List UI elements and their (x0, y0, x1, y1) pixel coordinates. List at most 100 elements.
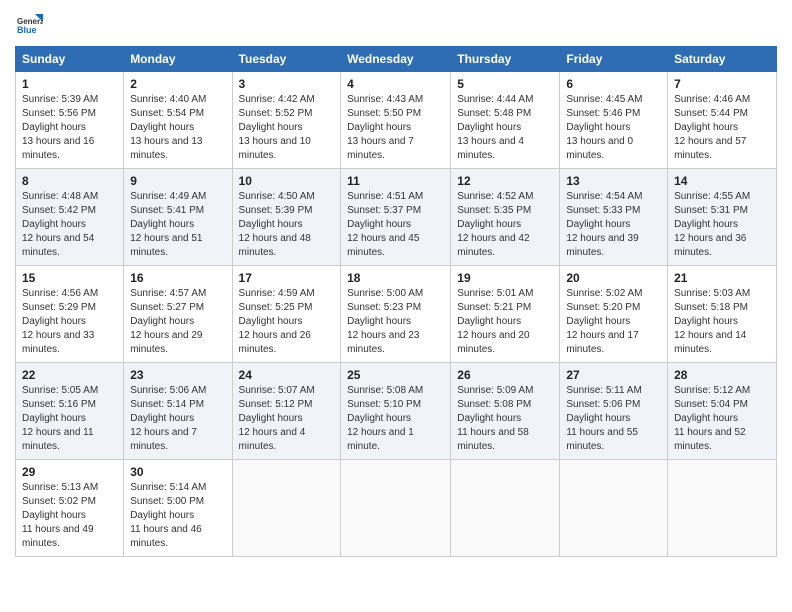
day-info: Sunrise: 5:11 AM Sunset: 5:06 PM Dayligh… (566, 384, 661, 454)
day-number: 7 (674, 77, 770, 91)
day-number: 20 (566, 271, 661, 285)
day-cell: 24 Sunrise: 5:07 AM Sunset: 5:12 PM Dayl… (232, 363, 341, 460)
day-number: 8 (22, 174, 117, 188)
day-number: 16 (130, 271, 225, 285)
day-info: Sunrise: 4:55 AM Sunset: 5:31 PM Dayligh… (674, 190, 770, 260)
day-number: 29 (22, 465, 117, 479)
day-info: Sunrise: 5:12 AM Sunset: 5:04 PM Dayligh… (674, 384, 770, 454)
calendar-table: SundayMondayTuesdayWednesdayThursdayFrid… (15, 46, 777, 557)
svg-text:Blue: Blue (17, 25, 37, 35)
day-cell: 19 Sunrise: 5:01 AM Sunset: 5:21 PM Dayl… (451, 266, 560, 363)
day-info: Sunrise: 4:46 AM Sunset: 5:44 PM Dayligh… (674, 93, 770, 163)
day-cell: 23 Sunrise: 5:06 AM Sunset: 5:14 PM Dayl… (124, 363, 232, 460)
day-info: Sunrise: 4:49 AM Sunset: 5:41 PM Dayligh… (130, 190, 225, 260)
day-cell: 1 Sunrise: 5:39 AM Sunset: 5:56 PM Dayli… (16, 72, 124, 169)
day-number: 25 (347, 368, 444, 382)
day-number: 21 (674, 271, 770, 285)
day-number: 2 (130, 77, 225, 91)
day-info: Sunrise: 4:52 AM Sunset: 5:35 PM Dayligh… (457, 190, 553, 260)
day-cell: 2 Sunrise: 4:40 AM Sunset: 5:54 PM Dayli… (124, 72, 232, 169)
day-number: 10 (239, 174, 335, 188)
day-cell (341, 460, 451, 557)
week-row-5: 29 Sunrise: 5:13 AM Sunset: 5:02 PM Dayl… (16, 460, 777, 557)
page: General Blue SundayMondayTuesdayWednesda… (0, 0, 792, 612)
day-number: 22 (22, 368, 117, 382)
col-header-thursday: Thursday (451, 47, 560, 72)
day-info: Sunrise: 5:09 AM Sunset: 5:08 PM Dayligh… (457, 384, 553, 454)
logo: General Blue (15, 10, 47, 38)
day-cell: 11 Sunrise: 4:51 AM Sunset: 5:37 PM Dayl… (341, 169, 451, 266)
day-cell: 8 Sunrise: 4:48 AM Sunset: 5:42 PM Dayli… (16, 169, 124, 266)
day-info: Sunrise: 5:00 AM Sunset: 5:23 PM Dayligh… (347, 287, 444, 357)
col-header-wednesday: Wednesday (341, 47, 451, 72)
day-cell: 29 Sunrise: 5:13 AM Sunset: 5:02 PM Dayl… (16, 460, 124, 557)
day-info: Sunrise: 5:01 AM Sunset: 5:21 PM Dayligh… (457, 287, 553, 357)
column-headers: SundayMondayTuesdayWednesdayThursdayFrid… (16, 47, 777, 72)
day-info: Sunrise: 4:59 AM Sunset: 5:25 PM Dayligh… (239, 287, 335, 357)
day-info: Sunrise: 5:03 AM Sunset: 5:18 PM Dayligh… (674, 287, 770, 357)
col-header-friday: Friday (560, 47, 668, 72)
day-number: 13 (566, 174, 661, 188)
col-header-saturday: Saturday (668, 47, 777, 72)
day-number: 24 (239, 368, 335, 382)
day-info: Sunrise: 4:48 AM Sunset: 5:42 PM Dayligh… (22, 190, 117, 260)
day-number: 26 (457, 368, 553, 382)
day-cell: 28 Sunrise: 5:12 AM Sunset: 5:04 PM Dayl… (668, 363, 777, 460)
day-cell: 13 Sunrise: 4:54 AM Sunset: 5:33 PM Dayl… (560, 169, 668, 266)
day-cell: 6 Sunrise: 4:45 AM Sunset: 5:46 PM Dayli… (560, 72, 668, 169)
day-info: Sunrise: 4:56 AM Sunset: 5:29 PM Dayligh… (22, 287, 117, 357)
day-cell: 17 Sunrise: 4:59 AM Sunset: 5:25 PM Dayl… (232, 266, 341, 363)
day-number: 18 (347, 271, 444, 285)
day-cell: 27 Sunrise: 5:11 AM Sunset: 5:06 PM Dayl… (560, 363, 668, 460)
day-cell: 25 Sunrise: 5:08 AM Sunset: 5:10 PM Dayl… (341, 363, 451, 460)
day-info: Sunrise: 5:13 AM Sunset: 5:02 PM Dayligh… (22, 481, 117, 551)
day-info: Sunrise: 4:45 AM Sunset: 5:46 PM Dayligh… (566, 93, 661, 163)
day-info: Sunrise: 4:51 AM Sunset: 5:37 PM Dayligh… (347, 190, 444, 260)
day-cell: 26 Sunrise: 5:09 AM Sunset: 5:08 PM Dayl… (451, 363, 560, 460)
day-cell: 12 Sunrise: 4:52 AM Sunset: 5:35 PM Dayl… (451, 169, 560, 266)
col-header-sunday: Sunday (16, 47, 124, 72)
day-number: 9 (130, 174, 225, 188)
day-cell: 20 Sunrise: 5:02 AM Sunset: 5:20 PM Dayl… (560, 266, 668, 363)
day-cell: 4 Sunrise: 4:43 AM Sunset: 5:50 PM Dayli… (341, 72, 451, 169)
day-cell: 30 Sunrise: 5:14 AM Sunset: 5:00 PM Dayl… (124, 460, 232, 557)
header: General Blue (15, 10, 777, 38)
day-number: 15 (22, 271, 117, 285)
day-number: 30 (130, 465, 225, 479)
day-info: Sunrise: 4:57 AM Sunset: 5:27 PM Dayligh… (130, 287, 225, 357)
day-number: 14 (674, 174, 770, 188)
day-number: 28 (674, 368, 770, 382)
day-info: Sunrise: 4:54 AM Sunset: 5:33 PM Dayligh… (566, 190, 661, 260)
day-cell (560, 460, 668, 557)
day-cell: 7 Sunrise: 4:46 AM Sunset: 5:44 PM Dayli… (668, 72, 777, 169)
day-cell: 14 Sunrise: 4:55 AM Sunset: 5:31 PM Dayl… (668, 169, 777, 266)
day-info: Sunrise: 4:44 AM Sunset: 5:48 PM Dayligh… (457, 93, 553, 163)
day-cell (451, 460, 560, 557)
week-row-3: 15 Sunrise: 4:56 AM Sunset: 5:29 PM Dayl… (16, 266, 777, 363)
day-info: Sunrise: 4:42 AM Sunset: 5:52 PM Dayligh… (239, 93, 335, 163)
day-cell: 15 Sunrise: 4:56 AM Sunset: 5:29 PM Dayl… (16, 266, 124, 363)
day-number: 17 (239, 271, 335, 285)
day-number: 12 (457, 174, 553, 188)
day-cell: 5 Sunrise: 4:44 AM Sunset: 5:48 PM Dayli… (451, 72, 560, 169)
week-row-4: 22 Sunrise: 5:05 AM Sunset: 5:16 PM Dayl… (16, 363, 777, 460)
day-number: 4 (347, 77, 444, 91)
day-cell: 18 Sunrise: 5:00 AM Sunset: 5:23 PM Dayl… (341, 266, 451, 363)
day-cell: 3 Sunrise: 4:42 AM Sunset: 5:52 PM Dayli… (232, 72, 341, 169)
day-cell (232, 460, 341, 557)
day-number: 5 (457, 77, 553, 91)
day-info: Sunrise: 5:39 AM Sunset: 5:56 PM Dayligh… (22, 93, 117, 163)
day-number: 27 (566, 368, 661, 382)
day-info: Sunrise: 5:08 AM Sunset: 5:10 PM Dayligh… (347, 384, 444, 454)
week-row-2: 8 Sunrise: 4:48 AM Sunset: 5:42 PM Dayli… (16, 169, 777, 266)
day-info: Sunrise: 5:14 AM Sunset: 5:00 PM Dayligh… (130, 481, 225, 551)
day-cell: 10 Sunrise: 4:50 AM Sunset: 5:39 PM Dayl… (232, 169, 341, 266)
day-cell: 16 Sunrise: 4:57 AM Sunset: 5:27 PM Dayl… (124, 266, 232, 363)
week-row-1: 1 Sunrise: 5:39 AM Sunset: 5:56 PM Dayli… (16, 72, 777, 169)
day-info: Sunrise: 4:40 AM Sunset: 5:54 PM Dayligh… (130, 93, 225, 163)
day-info: Sunrise: 4:50 AM Sunset: 5:39 PM Dayligh… (239, 190, 335, 260)
day-number: 19 (457, 271, 553, 285)
day-info: Sunrise: 5:07 AM Sunset: 5:12 PM Dayligh… (239, 384, 335, 454)
day-cell: 22 Sunrise: 5:05 AM Sunset: 5:16 PM Dayl… (16, 363, 124, 460)
day-info: Sunrise: 5:06 AM Sunset: 5:14 PM Dayligh… (130, 384, 225, 454)
